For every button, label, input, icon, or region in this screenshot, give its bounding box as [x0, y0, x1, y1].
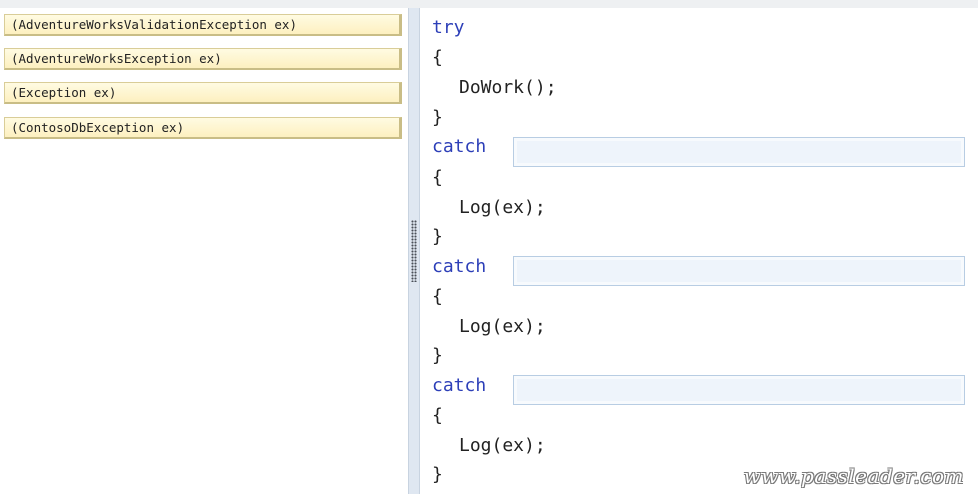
- drag-drop-question: (AdventureWorksValidationException ex) (…: [0, 0, 978, 494]
- open-brace: {: [432, 286, 443, 307]
- close-brace: }: [432, 345, 443, 366]
- splitter-grip-icon[interactable]: [411, 220, 417, 282]
- close-brace: }: [432, 107, 443, 128]
- catch-drop-target-2[interactable]: [513, 256, 965, 286]
- close-brace: }: [432, 226, 443, 247]
- catch-drop-target-1[interactable]: [513, 137, 965, 167]
- catch-body-3: Log(ex);: [459, 435, 546, 456]
- try-keyword: try: [432, 17, 465, 38]
- choice-exception[interactable]: (Exception ex): [4, 82, 402, 104]
- answer-choices-pane: (AdventureWorksValidationException ex) (…: [0, 8, 408, 494]
- catch-body-1: Log(ex);: [459, 197, 546, 218]
- choice-contosodb-exception[interactable]: (ContosoDbException ex): [4, 117, 402, 139]
- code-pane: try { DoWork(); } catch { Log(ex); } cat…: [420, 8, 978, 494]
- open-brace: {: [432, 167, 443, 188]
- catch-keyword-1: catch: [432, 136, 487, 157]
- close-brace: }: [432, 464, 443, 485]
- try-body: DoWork();: [459, 77, 557, 98]
- watermark: www.passleader.com: [743, 464, 964, 488]
- catch-drop-target-3[interactable]: [513, 375, 965, 405]
- top-strip: [0, 0, 978, 8]
- choice-adventureworks-validation-exception[interactable]: (AdventureWorksValidationException ex): [4, 14, 402, 36]
- catch-body-2: Log(ex);: [459, 316, 546, 337]
- open-brace: {: [432, 47, 443, 68]
- catch-keyword-3: catch: [432, 375, 487, 396]
- catch-keyword-2: catch: [432, 256, 487, 277]
- choice-adventureworks-exception[interactable]: (AdventureWorksException ex): [4, 48, 402, 70]
- pane-splitter[interactable]: [408, 8, 420, 494]
- open-brace: {: [432, 405, 443, 426]
